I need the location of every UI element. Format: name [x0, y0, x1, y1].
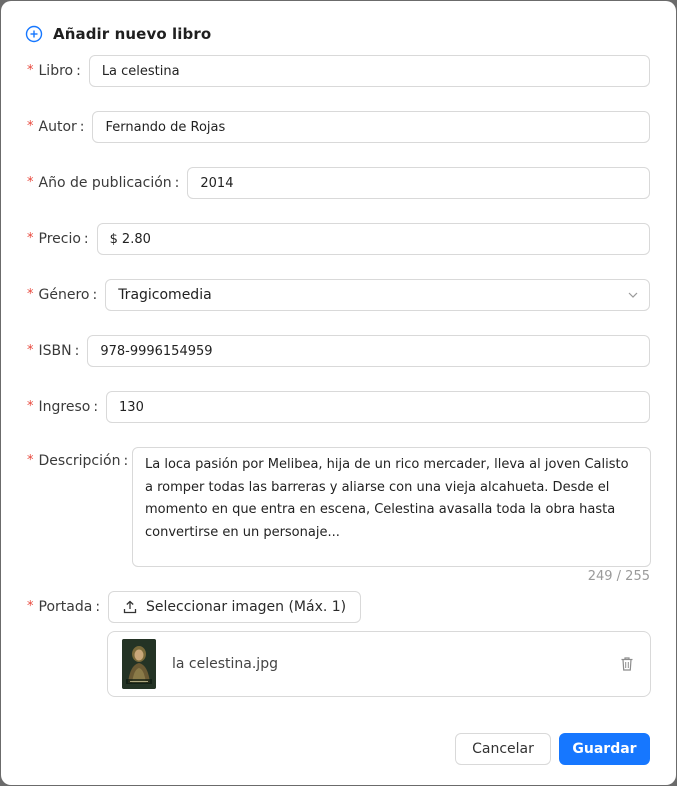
required-mark: *: [27, 342, 34, 358]
form-row-genero: * Género: Tragicomedia: [27, 279, 650, 311]
modal-footer: Cancelar Guardar: [455, 733, 650, 765]
label-genero: * Género:: [27, 286, 98, 304]
label-ingreso: * Ingreso:: [27, 398, 99, 416]
form-row-portada: * Portada: Seleccionar imagen (Máx. 1): [27, 591, 650, 623]
genero-select[interactable]: Tragicomedia: [105, 279, 650, 311]
descripcion-wrapper: La loca pasión por Melibea, hija de un r…: [132, 447, 651, 584]
required-mark: *: [27, 62, 34, 78]
autor-input[interactable]: Fernando de Rojas: [92, 111, 650, 143]
label-anio: * Año de publicación:: [27, 174, 180, 192]
form-row-autor: * Autor: Fernando de Rojas: [27, 111, 650, 143]
chevron-down-icon: [627, 289, 639, 301]
label-autor: * Autor:: [27, 118, 85, 136]
label-portada: * Portada:: [27, 598, 101, 616]
label-precio: * Precio:: [27, 230, 89, 248]
required-mark: *: [27, 598, 34, 614]
trash-icon[interactable]: [619, 656, 635, 672]
modal-header: Añadir nuevo libro: [25, 23, 211, 45]
form-row-libro: * Libro: La celestina: [27, 55, 650, 87]
modal-title: Añadir nuevo libro: [53, 25, 212, 43]
label-descripcion: * Descripción:: [27, 452, 129, 470]
form-row-anio: * Año de publicación: 2014: [27, 167, 650, 199]
required-mark: *: [27, 230, 34, 246]
add-book-modal: Añadir nuevo libro * Libro: La celestina…: [1, 1, 676, 785]
form-row-ingreso: * Ingreso: 130: [27, 391, 650, 423]
isbn-input[interactable]: 978-9996154959: [87, 335, 650, 367]
uploaded-file-item: la celestina.jpg: [107, 631, 651, 697]
required-mark: *: [27, 286, 34, 302]
required-mark: *: [27, 174, 34, 190]
required-mark: *: [27, 452, 34, 468]
cancel-button[interactable]: Cancelar: [455, 733, 551, 765]
char-counter: 249 / 255: [587, 569, 650, 584]
precio-input[interactable]: $ 2.80: [96, 223, 650, 255]
select-image-button[interactable]: Seleccionar imagen (Máx. 1): [108, 591, 362, 623]
cover-thumbnail[interactable]: [122, 639, 156, 689]
ingreso-input[interactable]: 130: [106, 391, 650, 423]
label-libro: * Libro:: [27, 62, 81, 80]
form-row-isbn: * ISBN: 978-9996154959: [27, 335, 650, 367]
form-row-precio: * Precio: $ 2.80: [27, 223, 650, 255]
file-name[interactable]: la celestina.jpg: [172, 656, 619, 672]
currency-prefix: $: [109, 231, 118, 247]
upload-icon: [123, 600, 137, 614]
libro-input[interactable]: La celestina: [88, 55, 650, 87]
descripcion-textarea[interactable]: La loca pasión por Melibea, hija de un r…: [132, 447, 651, 567]
anio-input[interactable]: 2014: [187, 167, 650, 199]
required-mark: *: [27, 398, 34, 414]
plus-circle-icon: [25, 25, 43, 43]
label-isbn: * ISBN:: [27, 342, 80, 360]
required-mark: *: [27, 118, 34, 134]
save-button[interactable]: Guardar: [559, 733, 650, 765]
